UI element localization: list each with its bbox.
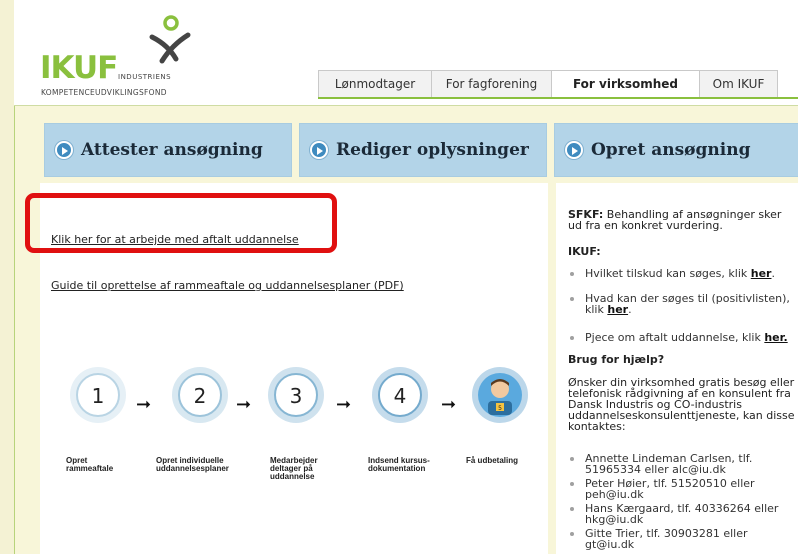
step-2-circle: 2 [172, 367, 228, 423]
link-guide-pdf[interactable]: Guide til oprettelse af rammeaftale og u… [51, 279, 404, 292]
her-link[interactable]: her. [764, 331, 787, 344]
her-link[interactable]: her [751, 267, 772, 280]
arrow-circle-icon [565, 141, 583, 159]
item-suffix: . [628, 303, 632, 316]
ikuf-list-item: Hvilket tilskud kan søges, klik her. [568, 268, 796, 279]
arrow-circle-icon [55, 141, 73, 159]
ikuf-list-item: Hvad kan der søges til (positivlisten), … [568, 293, 796, 315]
step-4-circle: 4 [372, 367, 428, 423]
arrow-right-icon: ➞ [441, 394, 457, 415]
arrow-right-icon: ➞ [336, 394, 352, 415]
panel-rediger-oplysninger[interactable]: Rediger oplysninger [299, 123, 547, 177]
help-heading: Brug for hjælp? [568, 353, 665, 366]
process-steps: 1 ➞ 2 ➞ 3 ➞ 4 ➞ 5 Opret rammeaftale Opre… [66, 365, 556, 495]
contact-item: Annette Lindeman Carlsen, tlf. 51965334 … [568, 453, 796, 475]
help-text: Ønsker din virksomhed gratis besøg eller… [568, 376, 795, 433]
step-3-number: 3 [290, 384, 303, 408]
logo-figure-icon [149, 15, 191, 64]
item-text: Hvilket tilskud kan søges, klik [585, 267, 751, 280]
arrow-circle-icon [310, 141, 328, 159]
tab-lonmodtager[interactable]: Lønmodtager [318, 70, 432, 98]
step-5-number: 5 [498, 405, 502, 412]
logo-wordmark: IKUF [40, 50, 118, 86]
ikuf-list-item: Pjece om aftalt uddannelse, klik her. [568, 332, 796, 343]
step-1-label: Opret rammeaftale [66, 456, 114, 473]
main-nav-tabs: Lønmodtager For fagforening For virksomh… [318, 70, 778, 98]
logo-sub-line: KOMPETENCEUDVIKLINGSFOND [41, 88, 167, 97]
highlight-box [25, 193, 337, 253]
contact-item: Peter Høier, tlf. 51520510 eller peh@iu.… [568, 478, 796, 500]
tab-for-fagforening[interactable]: For fagforening [432, 70, 552, 98]
tab-for-virksomhed[interactable]: For virksomhed [552, 70, 700, 98]
contact-item: Hans Kærgaard, tlf. 40336264 eller hkg@i… [568, 503, 796, 525]
panel-opret-ansogning[interactable]: Opret ansøgning [554, 123, 798, 177]
contact-item: Gitte Trier, tlf. 30903281 eller gt@iu.d… [568, 528, 796, 550]
step-5-label: Få udbetaling [466, 456, 518, 465]
tab-om-ikuf[interactable]: Om IKUF [700, 70, 778, 98]
item-suffix: . [771, 267, 775, 280]
step-3-circle: 3 [268, 367, 324, 423]
step-2-label: Opret individuelle uddannelsesplaner [156, 456, 229, 473]
step-2-number: 2 [194, 384, 207, 408]
step-1-circle: 1 [70, 367, 126, 423]
step-5-person-icon: 5 [472, 367, 528, 423]
item-text: Pjece om aftalt uddannelse, klik [585, 331, 765, 344]
arrow-right-icon: ➞ [236, 394, 252, 415]
sfkf-paragraph: SFKF: Behandling af ansøgninger sker ud … [568, 209, 796, 231]
panel-label: Rediger oplysninger [336, 140, 529, 160]
panel-label: Opret ansøgning [591, 140, 751, 160]
panel-label: Attester ansøgning [81, 140, 263, 160]
arrow-right-icon: ➞ [136, 394, 152, 415]
ikuf-heading: IKUF: [568, 245, 601, 258]
her-link[interactable]: her [607, 303, 628, 316]
step-3-label: Medarbejder deltager på uddannelse [270, 456, 318, 481]
tab-underline [318, 97, 798, 99]
step-4-number: 4 [394, 384, 407, 408]
logo-small-line: INDUSTRIENS [118, 73, 172, 81]
step-1-number: 1 [92, 384, 105, 408]
step-4-label: Indsend kursus- dokumentation [368, 456, 430, 473]
panel-attester-ansogning[interactable]: Attester ansøgning [44, 123, 292, 177]
